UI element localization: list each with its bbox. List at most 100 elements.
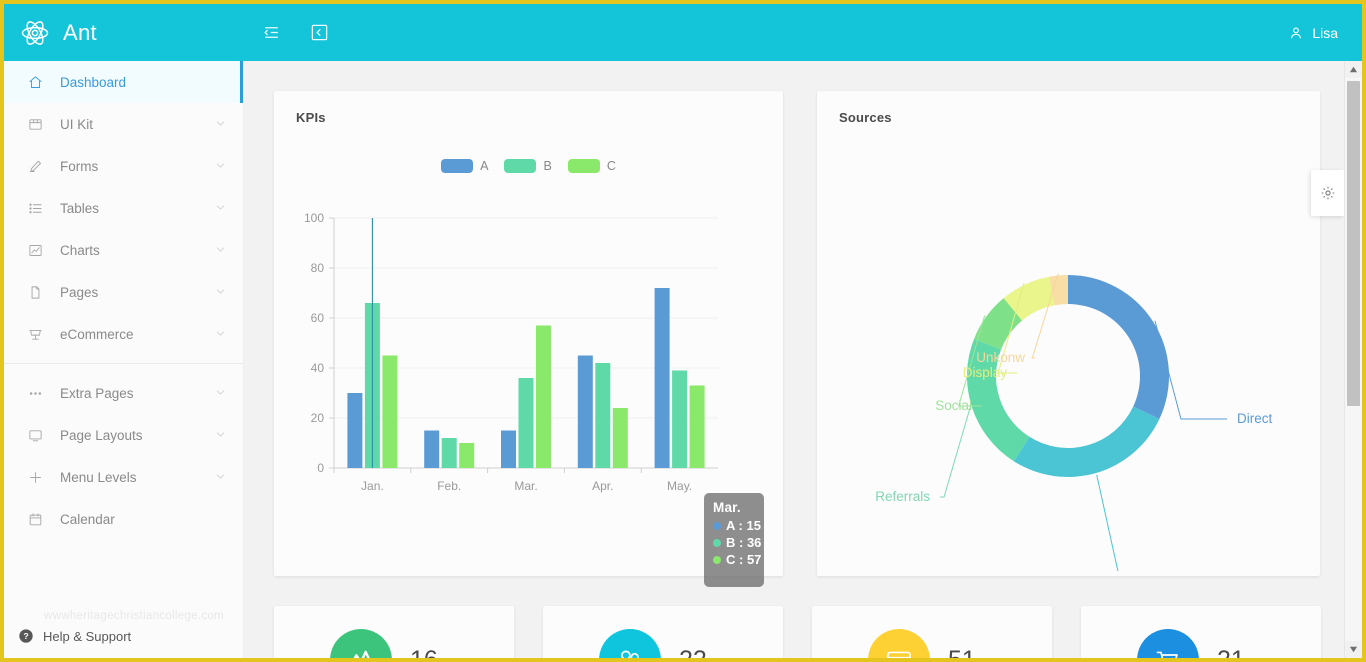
sidebar-item-label: Pages xyxy=(60,284,99,300)
bar-a-Apr[interactable] xyxy=(577,355,593,469)
chevron-down-icon[interactable] xyxy=(215,328,227,340)
sidebar-divider xyxy=(4,363,243,364)
sidebar-nav: Dashboard UI Kit Forms Tables Charts Pages eCo… xyxy=(4,61,243,540)
sidebar-item-dashboard[interactable]: Dashboard xyxy=(4,61,243,103)
chevron-down-icon[interactable] xyxy=(215,202,227,214)
scroll-up-button[interactable] xyxy=(1345,61,1362,78)
settings-panel-toggle[interactable] xyxy=(1311,170,1344,216)
menu-fold-icon[interactable] xyxy=(260,22,282,44)
chart-activity-icon xyxy=(330,629,392,658)
ellipsis-icon xyxy=(28,384,46,402)
bar-a-Feb[interactable] xyxy=(424,430,440,469)
legend-label: C xyxy=(606,159,616,173)
sidebar-item-pages[interactable]: Pages xyxy=(4,271,243,313)
legend-label: B xyxy=(543,159,552,173)
home-icon xyxy=(28,73,46,91)
sidebar-item-ui-kit[interactable]: UI Kit xyxy=(4,103,243,145)
sidebar-item-page-layouts[interactable]: Page Layouts xyxy=(4,414,243,456)
scroll-down-button[interactable] xyxy=(1345,641,1362,658)
y-tick-label: 60 xyxy=(311,311,325,325)
stat-value: 22 xyxy=(679,646,707,659)
stat-unit: % xyxy=(712,656,724,659)
bar-b-May[interactable] xyxy=(672,370,688,469)
kpis-card-title: KPIs xyxy=(296,110,326,125)
legend-entry-b[interactable]: B xyxy=(504,159,552,173)
chevron-down-icon[interactable] xyxy=(215,244,227,256)
stat-value: 51 xyxy=(948,646,976,659)
bar-chart[interactable]: 0 20 40 60 80 100 Jan. Feb. Mar. Apr. May. xyxy=(274,206,783,506)
sidebar-item-label: eCommerce xyxy=(60,326,134,342)
main-content: KPIs A B C 0 20 40 60 80 100 Jan. Feb. Mar. Apr. May… xyxy=(244,61,1344,658)
tooltip-dot-c xyxy=(713,555,721,564)
sidebar-item-menu-levels[interactable]: Menu Levels xyxy=(4,456,243,498)
y-tick-label: 100 xyxy=(304,211,324,225)
bar-b-Mar[interactable] xyxy=(518,378,534,468)
sidebar-item-ecommerce[interactable]: eCommerce xyxy=(4,313,243,355)
vertical-scrollbar[interactable] xyxy=(1344,61,1362,658)
help-and-support-button[interactable]: ? Help & Support xyxy=(18,628,243,644)
gear-icon xyxy=(1320,185,1336,201)
sidebar: Dashboard UI Kit Forms Tables Charts Pages eCo… xyxy=(4,61,244,658)
plus-icon xyxy=(28,468,46,486)
bar-b-Apr[interactable] xyxy=(595,363,611,468)
tooltip-row: A : 15 xyxy=(713,518,761,533)
legend-entry-a[interactable]: A xyxy=(441,159,488,173)
sidebar-item-calendar[interactable]: Calendar xyxy=(4,498,243,540)
scrollbar-thumb[interactable] xyxy=(1347,81,1360,406)
stat-card[interactable]: 51 k xyxy=(812,606,1052,658)
bar-a-Mar[interactable] xyxy=(501,430,516,469)
bar-c-Feb[interactable] xyxy=(459,443,475,468)
x-tick-label: Jan. xyxy=(361,479,384,493)
stat-card[interactable]: 16% xyxy=(274,606,514,658)
donut-label-social: Social xyxy=(935,398,972,413)
sidebar-footer: wwwheritagechristiancollege.com ? Help &… xyxy=(4,610,243,658)
chevron-down-icon[interactable] xyxy=(215,118,227,130)
chevron-down-icon[interactable] xyxy=(215,387,227,399)
bar-a-May[interactable] xyxy=(654,288,670,468)
sidebar-item-charts[interactable]: Charts xyxy=(4,229,243,271)
tooltip-row: C : 57 xyxy=(713,552,761,567)
x-tick-label: Feb. xyxy=(437,479,461,493)
chevron-down-icon[interactable] xyxy=(215,429,227,441)
tooltip-dot-a xyxy=(713,521,721,530)
bar-c-Mar[interactable] xyxy=(536,325,551,469)
app-header: Ant Lisa xyxy=(4,4,1362,61)
bar-c-Jan[interactable] xyxy=(382,355,398,469)
tooltip-label-b: B : 36 xyxy=(726,535,762,550)
legend-swatch xyxy=(504,159,537,173)
chevron-down-icon[interactable] xyxy=(215,286,227,298)
donut-slice-search[interactable] xyxy=(1013,406,1160,477)
donut-chart[interactable]: DirectSearchReferralsSocialDisplayUnkonw xyxy=(817,211,1320,600)
chevron-down-icon[interactable] xyxy=(215,160,227,172)
sidebar-item-label: Calendar xyxy=(60,511,115,527)
sidebar-item-extra-pages[interactable]: Extra Pages xyxy=(4,372,243,414)
user-menu[interactable]: Lisa xyxy=(1289,25,1362,41)
stat-card[interactable]: 21 k xyxy=(1081,606,1321,658)
stat-card[interactable]: 22% xyxy=(543,606,783,658)
pencil-icon xyxy=(28,157,46,175)
y-tick-label: 20 xyxy=(311,411,325,425)
sidebar-item-label: Extra Pages xyxy=(60,385,134,401)
monitor-icon xyxy=(28,426,46,444)
chevron-down-icon[interactable] xyxy=(215,471,227,483)
donut-slice-direct[interactable] xyxy=(1068,275,1169,420)
bar-b-Feb[interactable] xyxy=(441,438,457,468)
stat-unit: k xyxy=(981,656,988,659)
stat-value-wrap: 16% xyxy=(410,646,454,659)
bar-a-Jan[interactable] xyxy=(347,393,363,468)
user-icon xyxy=(1289,26,1303,40)
sidebar-item-label: Page Layouts xyxy=(60,427,143,443)
stat-cards-row: 16% 22% 51 k 21k xyxy=(274,606,1344,658)
legend-swatch xyxy=(441,159,474,173)
x-tick-label: May. xyxy=(667,479,692,493)
stat-value-wrap: 21 k xyxy=(1217,646,1256,659)
x-tick-label: Apr. xyxy=(592,479,613,493)
chart-line-icon xyxy=(28,241,46,259)
brand[interactable]: Ant xyxy=(4,18,240,48)
legend-entry-c[interactable]: C xyxy=(567,159,616,173)
bar-c-May[interactable] xyxy=(689,385,705,469)
bar-c-Apr[interactable] xyxy=(612,408,628,468)
collapse-left-icon[interactable] xyxy=(308,22,330,44)
sidebar-item-tables[interactable]: Tables xyxy=(4,187,243,229)
sidebar-item-forms[interactable]: Forms xyxy=(4,145,243,187)
